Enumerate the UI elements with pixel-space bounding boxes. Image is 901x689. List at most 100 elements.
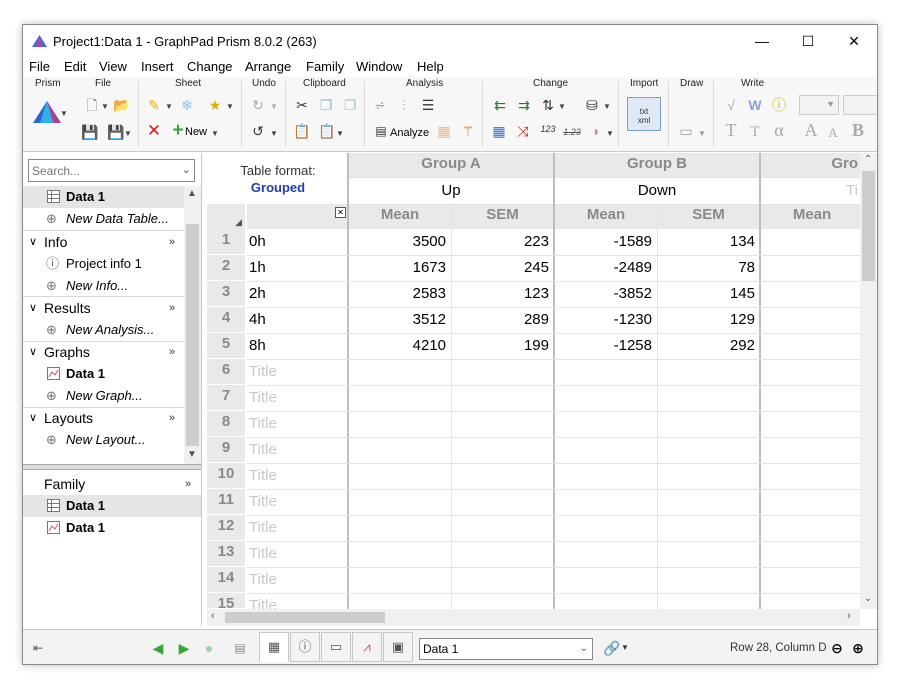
nav-item-graph-data-1[interactable]: Data 1 — [23, 363, 184, 385]
snowflake-icon[interactable]: ❄ — [178, 96, 196, 114]
font-color-dropdown[interactable]: ▼ — [799, 95, 839, 115]
row-title-placeholder[interactable]: Title — [247, 541, 347, 567]
paste-options-icon[interactable]: 📋 — [318, 122, 336, 140]
magic-dropdown-icon[interactable]: ▼ — [226, 102, 234, 111]
minimize-button[interactable]: — — [739, 25, 785, 57]
menu-insert[interactable]: Insert — [141, 59, 174, 74]
prism-dropdown-icon[interactable]: ▼ — [60, 109, 68, 118]
word-icon[interactable]: W — [746, 96, 764, 114]
nav-item-new-analysis[interactable]: ⊕ New Analysis... — [23, 319, 184, 341]
tab-info[interactable]: ⓘ — [290, 632, 320, 662]
data-cell[interactable]: 2583 — [349, 281, 449, 307]
data-cell[interactable]: -1230 — [555, 307, 655, 333]
insert-row-icon[interactable]: ⇇ — [491, 96, 509, 114]
data-cell[interactable]: 289 — [452, 307, 552, 333]
insert-column-icon[interactable]: ⇉ — [515, 96, 533, 114]
row-title[interactable]: 0h — [247, 229, 347, 255]
data-cell[interactable]: 199 — [452, 333, 552, 359]
format-table-icon[interactable]: ▦ — [490, 122, 508, 140]
delete-sheet-icon[interactable]: ✕ — [145, 122, 163, 140]
scroll-right-icon[interactable]: › — [847, 610, 851, 622]
copy-icon[interactable]: ❐ — [317, 96, 335, 114]
group-a-name[interactable]: Up — [349, 177, 553, 204]
color-scheme-icon[interactable]: ◑ — [586, 122, 604, 140]
menu-change[interactable]: Change — [187, 59, 233, 74]
nav-section-graphs[interactable]: ∨ Graphs » — [23, 341, 184, 363]
scroll-down-icon[interactable]: ⌄ — [864, 593, 872, 604]
new-sheet-dropdown-icon[interactable]: ▼ — [211, 129, 219, 138]
paste-icon[interactable]: 📋 — [293, 122, 311, 140]
sort-dropdown-icon[interactable]: ▼ — [558, 102, 566, 111]
text-tool-icon[interactable]: T — [722, 121, 740, 139]
equation-icon[interactable]: √ — [722, 96, 740, 114]
redo-dropdown-icon[interactable]: ▼ — [270, 102, 278, 111]
magic-wand-icon[interactable]: ⚚ — [459, 122, 477, 140]
paste-dropdown-icon[interactable]: ▼ — [336, 129, 344, 138]
row-number[interactable]: 6 — [207, 359, 245, 385]
info-write-icon[interactable]: ⓘ — [770, 96, 788, 114]
row-number[interactable]: 1 — [207, 229, 245, 255]
row-number[interactable]: 7 — [207, 385, 245, 411]
data-cell[interactable]: 3500 — [349, 229, 449, 255]
save-icon[interactable]: 💾 — [81, 123, 99, 141]
row-title[interactable]: 8h — [247, 333, 347, 359]
row-number[interactable]: 11 — [207, 489, 245, 515]
save-dropdown-icon[interactable]: ▼ — [124, 129, 132, 138]
data-cell[interactable]: 223 — [452, 229, 552, 255]
data-cell[interactable]: 145 — [658, 281, 758, 307]
row-title-placeholder[interactable]: Title — [247, 437, 347, 463]
nav-item-new-data-table[interactable]: ⊕ New Data Table... — [23, 208, 184, 230]
tab-results[interactable]: ▭ — [321, 632, 351, 662]
zoom-in-icon[interactable]: ⊕ — [849, 636, 867, 660]
open-file-icon[interactable]: 📂 — [113, 96, 131, 114]
row-title-placeholder[interactable]: Title — [247, 593, 347, 614]
subcolumn-header-sem[interactable]: SEM — [658, 204, 759, 229]
table-grid-icon[interactable]: ▦ — [435, 122, 453, 140]
subcolumn-header-mean[interactable]: Mean — [349, 204, 451, 229]
search-dropdown-icon[interactable]: ⌄ — [182, 163, 191, 176]
font-name-dropdown[interactable] — [843, 95, 877, 115]
xy-analysis-icon[interactable]: ⩫ — [371, 96, 389, 114]
row-title[interactable]: 2h — [247, 281, 347, 307]
close-button[interactable]: ✕ — [831, 25, 877, 57]
data-cell[interactable]: 123 — [452, 281, 552, 307]
new-file-icon[interactable]: 🗋 — [83, 96, 101, 114]
nav-section-layouts[interactable]: ∨ Layouts » — [23, 407, 184, 429]
results-table-icon[interactable]: ☰ — [419, 96, 437, 114]
nav-item-new-info[interactable]: ⊕ New Info... — [23, 275, 184, 297]
data-cell[interactable]: 292 — [658, 333, 758, 359]
scroll-down-icon[interactable]: ▼ — [187, 449, 197, 460]
tab-graphs[interactable]: ⩘ — [352, 632, 382, 662]
data-cell[interactable]: 3512 — [349, 307, 449, 333]
subcolumn-header-mean[interactable]: Mean — [555, 204, 657, 229]
row-number[interactable]: 12 — [207, 515, 245, 541]
row-number[interactable]: 15 — [207, 593, 245, 612]
more-icon[interactable]: » — [169, 341, 175, 363]
scrollbar-thumb[interactable] — [186, 224, 199, 446]
row-number[interactable]: 9 — [207, 437, 245, 463]
undo-icon[interactable]: ↺ — [249, 122, 267, 140]
more-icon[interactable]: » — [169, 297, 175, 319]
tab-data-tables[interactable]: ▦ — [259, 632, 289, 662]
analyze-icon[interactable]: ▤ — [372, 122, 390, 140]
row-title-placeholder[interactable]: Title — [247, 411, 347, 437]
nav-section-results[interactable]: ∨ Results » — [23, 297, 184, 319]
tab-layouts[interactable]: ▣ — [383, 632, 413, 662]
group-c-name[interactable]: Ti — [761, 177, 861, 204]
scroll-left-icon[interactable]: ‹ — [211, 610, 215, 622]
data-cell[interactable]: 1673 — [349, 255, 449, 281]
font-larger-icon[interactable]: A — [802, 121, 820, 139]
greek-alpha-icon[interactable]: α — [770, 121, 788, 139]
group-c-header[interactable]: Gro — [761, 153, 861, 177]
nav-item-project-info[interactable]: ⓘ Project info 1 — [23, 253, 184, 275]
family-item-data-table[interactable]: Data 1 — [23, 495, 201, 517]
zoom-out-icon[interactable]: ⊖ — [828, 636, 846, 660]
row-number[interactable]: 13 — [207, 541, 245, 567]
row-title-placeholder[interactable]: Title — [247, 359, 347, 385]
table-format-cell[interactable]: Table format: Grouped — [207, 153, 349, 204]
close-icon[interactable]: ✕ — [335, 207, 346, 218]
next-sheet-icon[interactable]: ▶ — [175, 636, 193, 660]
group-b-name[interactable]: Down — [555, 177, 759, 204]
data-cell[interactable]: 245 — [452, 255, 552, 281]
row-title-header[interactable]: ✕ — [247, 204, 349, 229]
